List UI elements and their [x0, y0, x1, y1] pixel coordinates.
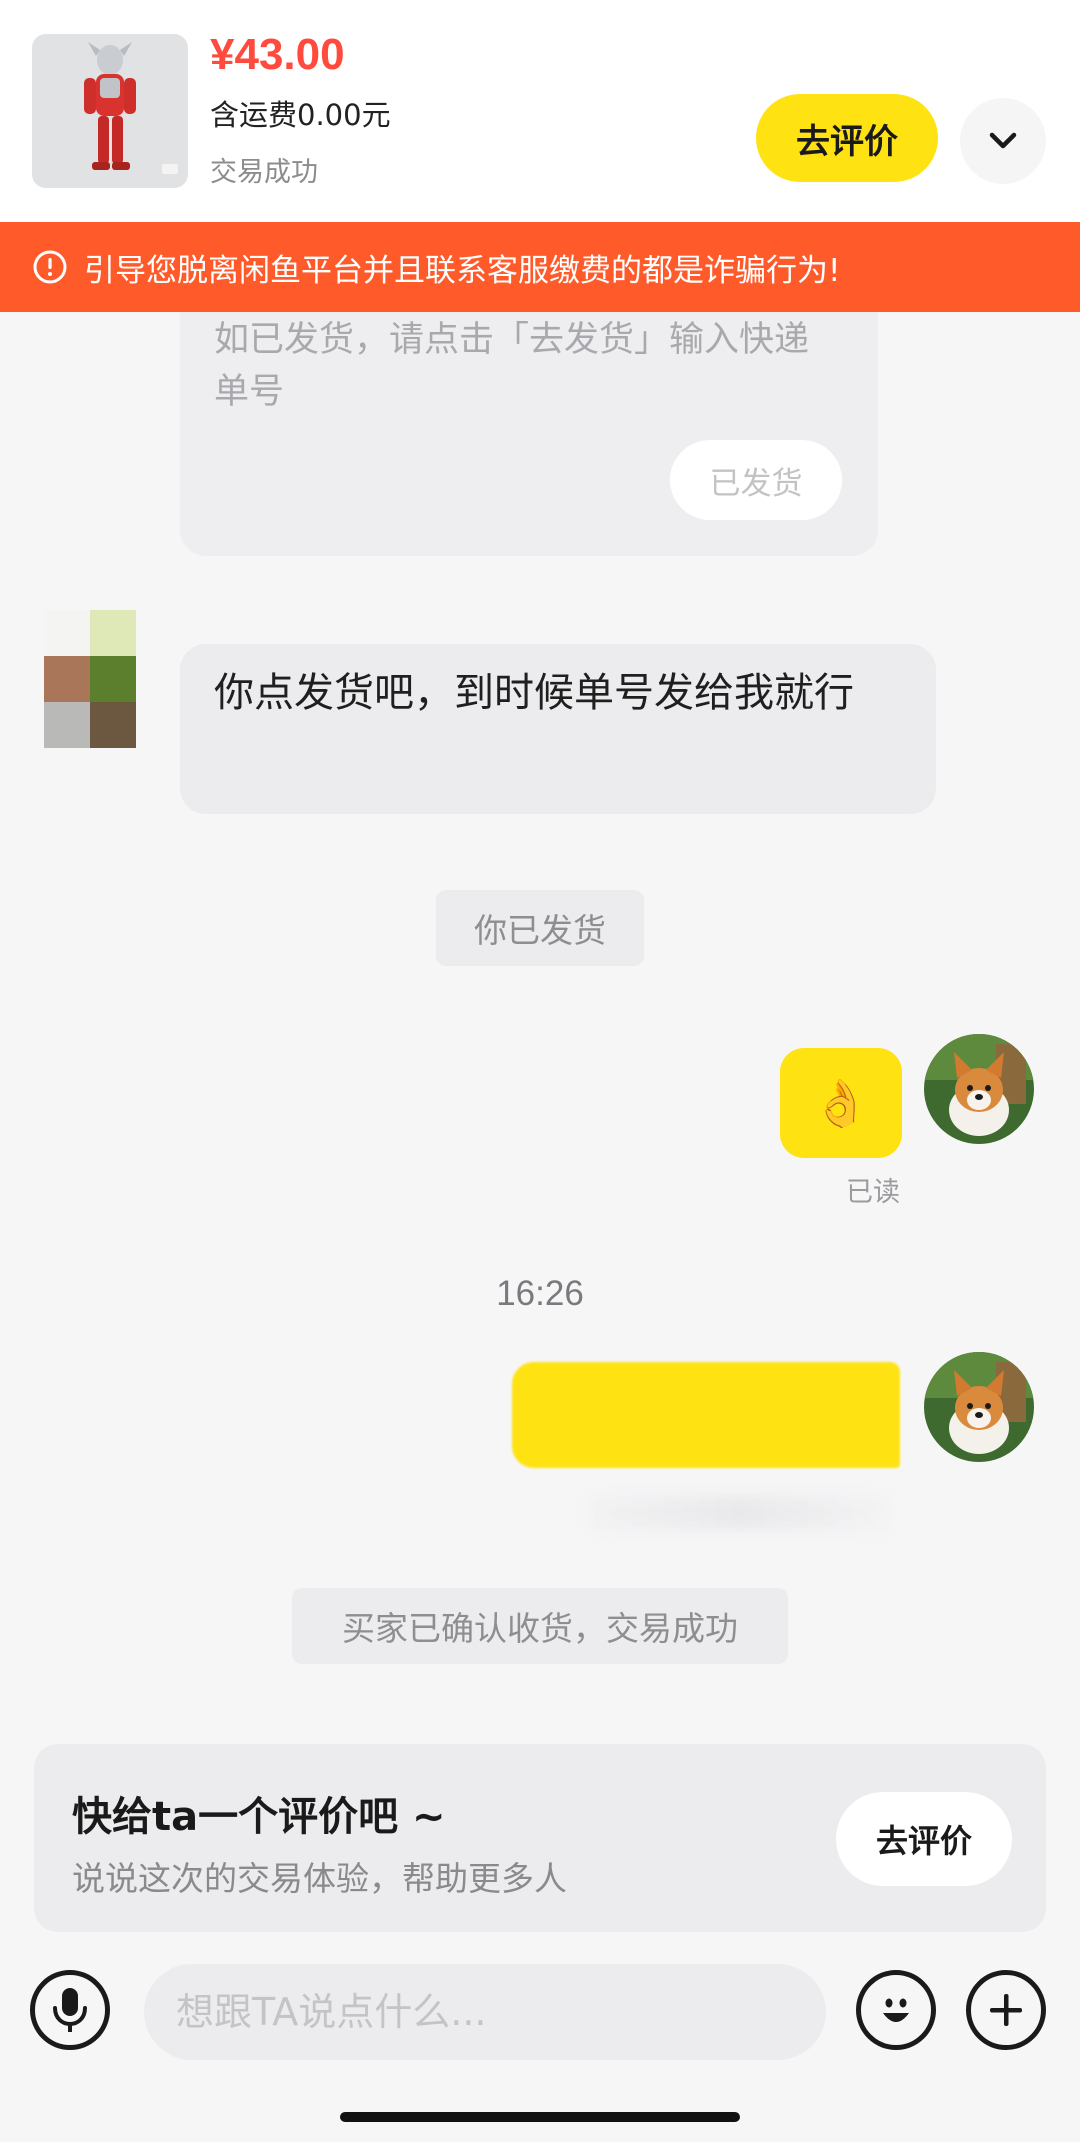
my-avatar[interactable] — [924, 1352, 1034, 1462]
message-input[interactable] — [144, 1964, 826, 2060]
message-bubble-outgoing-emoji[interactable]: 👌 — [780, 1048, 902, 1158]
ship-prompt-card: 如已发货，请点击「去发货」输入快递单号 已发货 — [180, 312, 878, 556]
plus-icon — [990, 1994, 1022, 2026]
warning-circle-icon — [33, 250, 67, 284]
trade-status: 交易成功 — [210, 157, 318, 188]
shipped-button[interactable]: 已发货 — [670, 440, 842, 520]
emoji-icon — [883, 1998, 909, 2022]
redacted-status — [590, 1496, 890, 1530]
review-prompt-card: 快给ta一个评价吧 ~ 说说这次的交易体验，帮助更多人 去评价 — [34, 1744, 1046, 1932]
fraud-warning-banner: 引导您脱离闲鱼平台并且联系客服缴费的都是诈骗行为! — [0, 222, 1080, 312]
system-message-shipped: 你已发货 — [436, 890, 644, 966]
emoji-button[interactable] — [856, 1970, 936, 2050]
ok-hand-emoji: 👌 — [812, 1075, 870, 1130]
timestamp: 16:26 — [496, 1274, 584, 1313]
voice-button[interactable] — [30, 1970, 110, 2050]
product-figure-image — [32, 34, 188, 188]
product-thumbnail[interactable] — [32, 34, 188, 188]
review-card-button[interactable]: 去评价 — [836, 1792, 1012, 1886]
my-avatar[interactable] — [924, 1034, 1034, 1144]
order-header: ¥43.00 含运费0.00元 交易成功 去评价 — [0, 0, 1080, 222]
home-indicator — [340, 2112, 740, 2122]
corgi-avatar-image — [924, 1352, 1034, 1462]
corgi-avatar-image — [924, 1034, 1034, 1144]
price: ¥43.00 — [210, 30, 345, 79]
review-button[interactable]: 去评价 — [756, 94, 938, 182]
chevron-down-icon — [989, 132, 1017, 149]
expand-button[interactable] — [960, 98, 1046, 184]
more-actions-button[interactable] — [966, 1970, 1046, 2050]
warning-text: 引导您脱离闲鱼平台并且联系客服缴费的都是诈骗行为! — [84, 252, 841, 289]
ship-prompt-text: 如已发货，请点击「去发货」输入快递单号 — [214, 320, 810, 412]
message-bubble-outgoing-redacted[interactable] — [512, 1362, 900, 1468]
system-message-confirmed: 买家已确认收货，交易成功 — [292, 1588, 788, 1664]
buyer-avatar[interactable] — [44, 610, 136, 748]
review-prompt-subtitle: 说说这次的交易体验，帮助更多人 — [72, 1859, 567, 1898]
read-receipt: 已读 — [846, 1177, 900, 1208]
chat-area: 如已发货，请点击「去发货」输入快递单号 已发货 你点发货吧，到时候单号发给我就行… — [0, 312, 1080, 1732]
message-input-bar — [0, 1950, 1080, 2070]
review-prompt-title: 快给ta一个评价吧 ~ — [72, 1794, 446, 1840]
microphone-icon — [53, 1988, 87, 2032]
shipping-fee: 含运费0.00元 — [210, 98, 391, 132]
message-bubble-incoming[interactable]: 你点发货吧，到时候单号发给我就行 — [180, 644, 936, 814]
